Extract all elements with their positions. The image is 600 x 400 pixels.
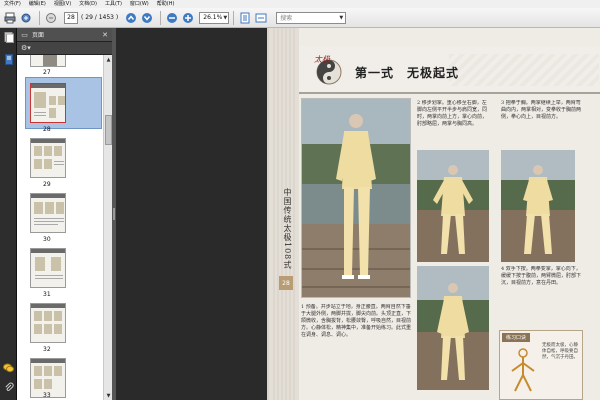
logo-text: 太极 [314, 55, 330, 64]
page-thumbnail[interactable] [30, 248, 66, 288]
page-number-label: 28 [43, 126, 51, 133]
practice-tip-box: 练习口诀 无极而太极，心静体自松，呼吸要自然，气沉于丹田。 [499, 330, 583, 400]
practice-tip-title: 练习口诀 [502, 333, 531, 342]
scrollbar-thumb[interactable] [105, 115, 112, 145]
zoom-in-icon[interactable] [181, 11, 195, 25]
page-number-badge: 28 [279, 276, 293, 290]
chevron-down-icon: ▼ [339, 14, 344, 21]
main-pose-photo [301, 98, 411, 298]
previous-page-icon[interactable] [124, 11, 138, 25]
menu-file[interactable]: 文件(F) [4, 0, 21, 8]
menu-document[interactable]: 文档(D) [79, 0, 97, 8]
fit-page-icon[interactable] [238, 11, 252, 25]
pose-photo-4 [417, 266, 489, 390]
page-thumbnail[interactable] [30, 193, 66, 233]
page-thumbnail[interactable] [30, 303, 66, 343]
step-1-text: 1 预备。并步站立于地，身正腰直。两臂自然下垂于大腿外侧，两脚并拢，脚尖向前。头… [301, 304, 411, 338]
pages-panel-header: ▭ 页面 ✕ [17, 28, 112, 42]
close-icon[interactable]: ✕ [102, 31, 108, 39]
stick-figure-illustration [511, 348, 535, 392]
collaborate-icon[interactable] [19, 11, 33, 25]
toolbar-divider [160, 10, 162, 25]
search-placeholder: 搜索 [280, 15, 293, 22]
pose-photo-2 [417, 150, 489, 262]
pages-panel-icon[interactable] [3, 32, 14, 43]
menu-edit[interactable]: 编辑(E) [29, 0, 46, 8]
toolbar-divider [233, 10, 235, 25]
page-number-label: 29 [43, 181, 51, 188]
print-icon[interactable] [3, 11, 17, 25]
page-thumbnail[interactable] [30, 138, 66, 178]
zoom-out-icon[interactable] [165, 11, 179, 25]
attachments-icon[interactable] [3, 382, 14, 393]
bookmarks-panel-icon[interactable] [3, 54, 14, 65]
menu-view[interactable]: 视图(V) [54, 0, 71, 8]
pages-panel: ▭ 页面 ✕ ⚙▾ 27 28 29 30 31 32 33 ▲ ▼ [17, 28, 112, 400]
document-page: 太极 第一式 无极起式 中国传统太极108式 28 2 移步划掌。重心移至右脚，… [267, 28, 600, 400]
next-page-icon[interactable] [140, 11, 154, 25]
page-title: 第一式 无极起式 [355, 66, 460, 80]
navigation-rail [0, 28, 17, 400]
page-number-label: 27 [43, 69, 51, 76]
step-2-text: 2 移步划掌。重心移至右脚，左脚向左侧平开半步与肩同宽，同时，两掌向前上方，掌心… [417, 100, 487, 127]
practice-tip-text: 无极而太极，心静体自松，呼吸要自然，气沉于丹田。 [542, 343, 578, 360]
chevron-down-icon: ▼ [223, 14, 228, 21]
comments-icon[interactable] [3, 362, 14, 373]
page-thumbnail-selected[interactable] [30, 83, 66, 123]
thumbnail-list: 27 28 29 30 31 32 33 [17, 55, 112, 400]
zoom-level-value: 26.1% [203, 14, 223, 21]
page-count: ( 29 / 1453 ) [81, 14, 119, 21]
step-4-text: 4 双手下按。两拳变掌，掌心向下，缓缓下按于腹前，两臂微屈，肘部下沉，目视前方，… [501, 266, 581, 286]
search-input[interactable]: 搜索 ▼ [276, 11, 347, 24]
options-menu-icon[interactable]: ⚙▾ [21, 44, 31, 52]
document-viewport[interactable]: 太极 第一式 无极起式 中国传统太极108式 28 2 移步划掌。重心移至右脚，… [116, 28, 600, 400]
pages-icon: ▭ [21, 30, 28, 39]
page-number-input[interactable]: 28 [64, 11, 78, 24]
page-thumbnail[interactable] [30, 55, 66, 67]
page-number-label: 30 [43, 236, 51, 243]
menu-bar: 文件(F) 编辑(E) 视图(V) 文档(D) 工具(T) 窗口(W) 帮助(H… [0, 0, 600, 8]
menu-help[interactable]: 帮助(H) [157, 0, 175, 8]
pdf-reader-window: 文件(F) 编辑(E) 视图(V) 文档(D) 工具(T) 窗口(W) 帮助(H… [0, 0, 600, 400]
pages-panel-toolbar: ⚙▾ [17, 42, 112, 55]
step-3-text: 3 抱拳于胸。两掌继续上举，两臂弯曲向内，两掌相对，变拳收于胸前两侧，拳心向上，… [501, 100, 581, 120]
book-vertical-title: 中国传统太极108式 [283, 188, 292, 270]
pose-photo-3 [501, 150, 575, 262]
page-number-label: 31 [43, 291, 51, 298]
page-number-label: 33 [43, 392, 51, 399]
toolbar-divider [39, 10, 40, 25]
menu-window[interactable]: 窗口(W) [130, 0, 149, 8]
pages-panel-title: 页面 [32, 32, 45, 39]
hand-tool-icon[interactable] [44, 11, 58, 25]
zoom-level-select[interactable]: 26.1% ▼ [199, 11, 230, 24]
toolbar: 28 ( 29 / 1453 ) 26.1% ▼ 搜索 ▼ [0, 8, 600, 28]
thumbnail-scrollbar[interactable]: ▲ ▼ [103, 55, 112, 400]
menu-tools[interactable]: 工具(T) [105, 0, 122, 8]
page-number-label: 32 [43, 346, 51, 353]
fit-width-icon[interactable] [254, 11, 268, 25]
